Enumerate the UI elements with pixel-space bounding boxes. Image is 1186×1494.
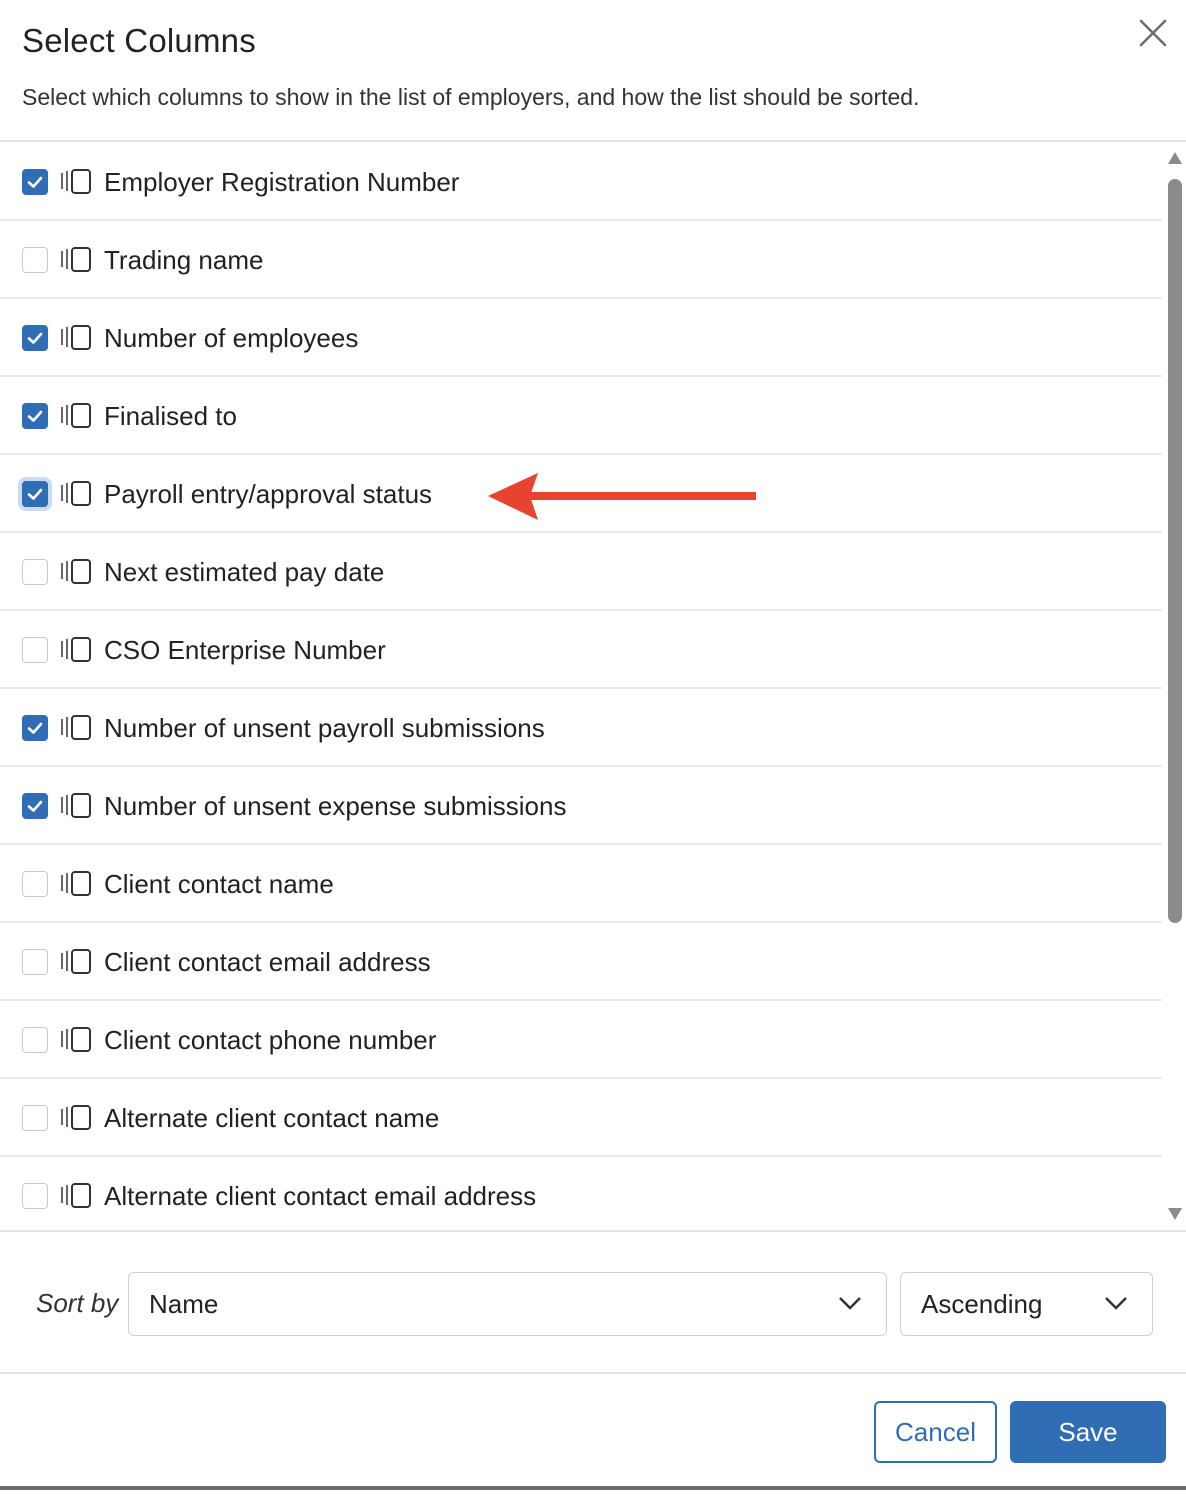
column-drag-icon[interactable] (60, 714, 92, 742)
sort-field-select[interactable]: Name (128, 1272, 887, 1336)
column-row[interactable]: CSO Enterprise Number (0, 611, 1162, 689)
list-scrollbar[interactable] (1164, 143, 1186, 1230)
column-row[interactable]: Finalised to (0, 377, 1162, 455)
checkmark-icon (27, 722, 43, 734)
column-checkbox[interactable] (22, 325, 48, 351)
column-label: Finalised to (104, 401, 237, 431)
column-drag-icon[interactable] (60, 636, 92, 664)
column-row[interactable]: Client contact name (0, 845, 1162, 923)
column-checkbox[interactable] (22, 715, 48, 741)
sort-field-value: Name (149, 1289, 219, 1319)
column-checkbox[interactable] (22, 559, 48, 585)
column-label: Number of unsent payroll submissions (104, 713, 545, 743)
column-checkbox[interactable] (22, 871, 48, 897)
save-button[interactable]: Save (1010, 1401, 1166, 1463)
dialog-subtitle: Select which columns to show in the list… (22, 84, 920, 110)
column-drag-icon[interactable] (60, 948, 92, 976)
column-label: Alternate client contact name (104, 1103, 440, 1133)
column-row[interactable]: Number of employees (0, 299, 1162, 377)
sort-direction-select[interactable]: Ascending (900, 1272, 1153, 1336)
column-row[interactable]: Next estimated pay date (0, 533, 1162, 611)
column-label: CSO Enterprise Number (104, 635, 386, 665)
column-drag-icon[interactable] (60, 1104, 92, 1132)
sort-direction-value: Ascending (921, 1289, 1043, 1319)
column-label: Employer Registration Number (104, 167, 460, 197)
column-checkbox[interactable] (22, 637, 48, 663)
column-label: Alternate client contact email address (104, 1181, 537, 1211)
checkmark-icon (27, 176, 43, 188)
column-label: Number of employees (104, 323, 359, 353)
checkmark-icon (27, 488, 43, 500)
column-label: Next estimated pay date (104, 557, 385, 587)
column-checkbox[interactable] (22, 169, 48, 195)
dialog-title: Select Columns (22, 22, 256, 59)
checkmark-icon (27, 800, 43, 812)
chevron-down-icon (839, 1297, 861, 1310)
column-drag-icon[interactable] (60, 480, 92, 508)
dialog-footer: Cancel Save (0, 1376, 1186, 1490)
column-checkbox[interactable] (22, 793, 48, 819)
column-label: Trading name (104, 245, 264, 275)
sort-bar: Sort by Name Ascending (0, 1230, 1186, 1374)
column-drag-icon[interactable] (60, 402, 92, 430)
column-checkbox[interactable] (22, 403, 48, 429)
sort-by-label: Sort by (36, 1288, 119, 1318)
scroll-up-icon[interactable] (1167, 151, 1183, 165)
column-checkbox[interactable] (22, 949, 48, 975)
column-label: Client contact phone number (104, 1025, 437, 1055)
column-label: Client contact name (104, 869, 334, 899)
column-label: Number of unsent expense submissions (104, 791, 567, 821)
column-row[interactable]: Trading name (0, 221, 1162, 299)
scroll-down-icon[interactable] (1167, 1207, 1183, 1221)
checkmark-icon (27, 410, 43, 422)
column-drag-icon[interactable] (60, 1182, 92, 1210)
column-list: Employer Registration Number Trading name… (0, 143, 1186, 1230)
column-checkbox[interactable] (22, 481, 48, 507)
column-row[interactable]: Number of unsent payroll submissions (0, 689, 1162, 767)
checkmark-icon (27, 332, 43, 344)
column-drag-icon[interactable] (60, 168, 92, 196)
column-drag-icon[interactable] (60, 324, 92, 352)
column-row[interactable]: Alternate client contact name (0, 1079, 1162, 1157)
column-row[interactable]: Number of unsent expense submissions (0, 767, 1162, 845)
column-drag-icon[interactable] (60, 246, 92, 274)
column-row[interactable]: Client contact phone number (0, 1001, 1162, 1079)
column-checkbox[interactable] (22, 1183, 48, 1209)
column-drag-icon[interactable] (60, 1026, 92, 1054)
column-drag-icon[interactable] (60, 558, 92, 586)
column-checkbox[interactable] (22, 247, 48, 273)
column-row[interactable]: Alternate client contact email address (0, 1157, 1162, 1230)
chevron-down-icon (1105, 1297, 1127, 1310)
close-icon[interactable] (1134, 14, 1172, 52)
column-row[interactable]: Client contact email address (0, 923, 1162, 1001)
dialog-header: Select Columns Select which columns to s… (0, 0, 1186, 142)
column-row[interactable]: Employer Registration Number (0, 143, 1162, 221)
column-checkbox[interactable] (22, 1027, 48, 1053)
column-drag-icon[interactable] (60, 792, 92, 820)
annotation-arrow-icon (488, 473, 756, 520)
scrollbar-thumb[interactable] (1168, 179, 1182, 923)
column-label: Client contact email address (104, 947, 431, 977)
column-label: Payroll entry/approval status (104, 479, 433, 509)
column-checkbox[interactable] (22, 1105, 48, 1131)
cancel-button[interactable]: Cancel (874, 1401, 997, 1463)
select-columns-dialog: Select Columns Select which columns to s… (0, 0, 1186, 1490)
column-drag-icon[interactable] (60, 870, 92, 898)
